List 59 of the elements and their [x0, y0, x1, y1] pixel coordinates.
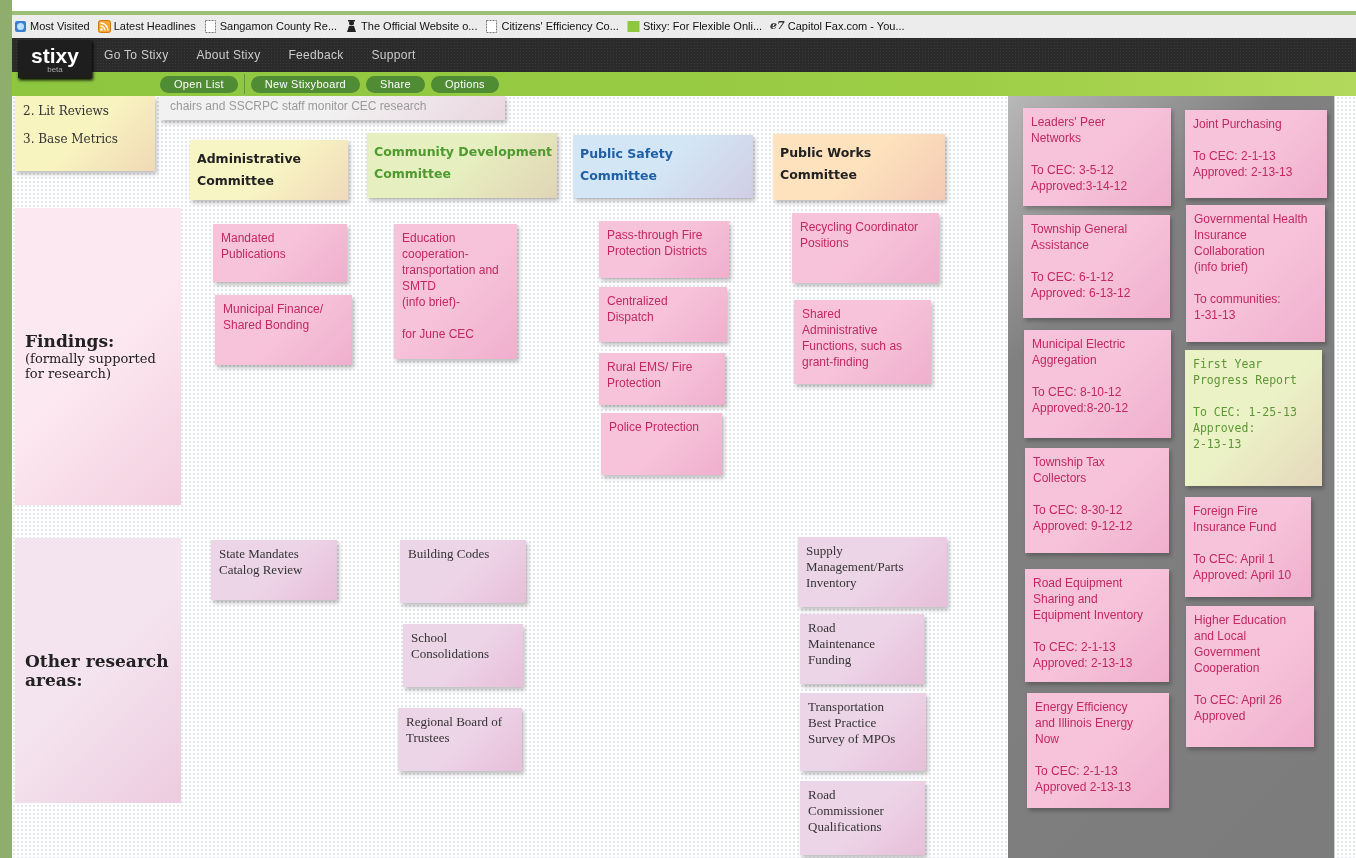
- sticky-note: Road Maintenance Funding: [800, 614, 924, 684]
- sticky-note: Township Tax Collectors To CEC: 8-30-12 Approved: 9-12-12: [1025, 448, 1169, 553]
- committee-note: Administrative Committee: [190, 140, 348, 200]
- bookmark-link[interactable]: e7 Capitol Fax.com - You...: [770, 18, 905, 35]
- sticky-note: Regional Board of Trustees: [398, 708, 522, 771]
- person-icon: [345, 20, 359, 33]
- sticky-note: Mandated Publications: [213, 224, 347, 282]
- sticky-note: Foreign Fire Insurance Fund To CEC: April 1 Approved: April 10: [1185, 497, 1311, 597]
- sticky-note: Education cooperation- transportation and SMTD (info brief)- for June CEC: [394, 224, 517, 359]
- stixy-logo[interactable]: stixy beta: [18, 40, 92, 78]
- sticky-note: Police Protection: [601, 413, 722, 475]
- section-note: Findings: (formally supported for research): [15, 208, 181, 505]
- sticky-note: Municipal Electric Aggregation To CEC: 8-10-12 Approved:8-20-12: [1024, 330, 1171, 438]
- sticky-note: Road Commissioner Qualifications: [800, 781, 925, 855]
- sticky-note: Recycling Coordinator Positions: [792, 213, 939, 283]
- toolbar-button[interactable]: Share: [366, 75, 425, 93]
- committee-note: Community Development Committee: [367, 133, 557, 198]
- sticky-note: Pass-through Fire Protection Districts: [599, 221, 729, 278]
- bookmark-link[interactable]: Sangamon County Re...: [203, 18, 338, 35]
- sticky-note: Building Codes: [400, 540, 526, 603]
- sticky-note: Shared Administrative Functions, such as grant-finding: [794, 300, 931, 384]
- bookmark-link[interactable]: Most Visited: [14, 18, 90, 35]
- nav-link[interactable]: Support: [371, 46, 416, 64]
- committee-note: Public Safety Committee: [573, 135, 753, 198]
- sticky-note: Energy Efficiency and Illinois Energy Now To CEC: 2-1-13 Approved 2-13-13: [1027, 693, 1169, 808]
- committee-note: Public Works Committee: [773, 134, 945, 200]
- page-icon: [485, 20, 499, 33]
- feed-icon: [97, 20, 111, 33]
- sticky-note: Leaders' Peer Networks To CEC: 3-5-12 Approved:3-14-12: [1023, 108, 1171, 206]
- sticky-note: 2. Lit Reviews 3. Base Metrics: [15, 96, 155, 171]
- sticky-note: Transportation Best Practice Survey of MPOs: [800, 693, 926, 771]
- sticky-note: Higher Education and Local Government Cooperation To CEC: April 26 Approved: [1186, 606, 1314, 747]
- sticky-note: Rural EMS/ Fire Protection: [599, 353, 725, 405]
- bookmark-link[interactable]: Stixy: For Flexible Onli...: [626, 18, 763, 35]
- sticky-note: Joint Purchasing To CEC: 2-1-13 Approved: 2-13-13: [1185, 110, 1327, 198]
- bookmark-link[interactable]: Latest Headlines: [97, 18, 196, 35]
- nav-link[interactable]: Go To Stixy: [104, 46, 169, 64]
- page-icon: [203, 20, 217, 33]
- toolbar-button[interactable]: Options: [430, 75, 499, 93]
- sticky-note: Municipal Finance/ Shared Bonding: [215, 295, 352, 365]
- sticky-note: School Consolidations: [403, 624, 523, 687]
- site-icon: e7: [770, 18, 785, 35]
- sticky-note: State Mandates Catalog Review: [211, 540, 337, 600]
- globe-icon: [14, 20, 27, 33]
- bookmark-link[interactable]: Citizens' Efficiency Co...: [485, 18, 619, 35]
- toolbar-button[interactable]: Open List: [160, 75, 238, 93]
- sticky-note: Road Equipment Sharing and Equipment Inventory To CEC: 2-1-13 Approved: 2-13-13: [1025, 569, 1169, 682]
- sticky-note: Township General Assistance To CEC: 6-1-12 Approved: 6-13-12: [1023, 215, 1170, 318]
- square-icon: [626, 20, 640, 33]
- sticky-note: Governmental Health Insurance Collaboration (info brief) To communities: 1-31-13: [1186, 205, 1325, 342]
- sticky-note: chairs and SSCRPC staff monitor CEC research: [160, 96, 505, 120]
- sticky-note: Supply Management/Parts Inventory: [798, 537, 947, 607]
- bookmark-link[interactable]: The Official Website o...: [345, 18, 478, 35]
- section-note: Other research areas:: [15, 538, 181, 803]
- sticky-note: First Year Progress Report To CEC: 1-25-13 Approved: 2-13-13: [1185, 350, 1322, 486]
- nav-link[interactable]: About Stixy: [196, 46, 261, 64]
- toolbar-button[interactable]: New Stixyboard: [250, 75, 361, 93]
- nav-link[interactable]: Feedback: [288, 46, 344, 64]
- sticky-note: Centralized Dispatch: [599, 287, 727, 342]
